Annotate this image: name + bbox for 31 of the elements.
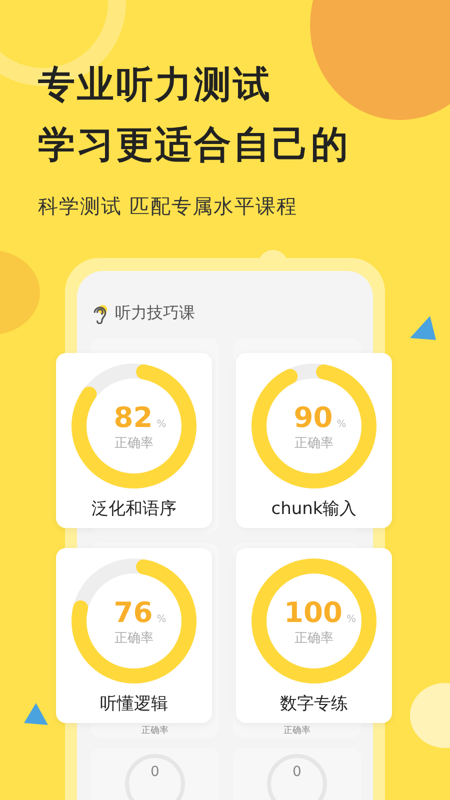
- accuracy-label: 正确率: [114, 434, 154, 452]
- score-card[interactable]: 90% 正确率 chunk输入: [236, 353, 392, 528]
- score-card[interactable]: 100% 正确率 数字专练: [236, 548, 392, 723]
- score-value: 100: [284, 596, 342, 628]
- accuracy-label: 正确率: [284, 724, 310, 737]
- accuracy-label: 正确率: [142, 724, 168, 737]
- course-name: chunk输入: [271, 498, 357, 520]
- triangle-decoration: [410, 316, 436, 340]
- ear-icon: [91, 304, 109, 324]
- score-card[interactable]: 82% 正确率 泛化和语序: [56, 353, 212, 528]
- course-name: 数字专练: [280, 693, 348, 715]
- score-value: 82: [114, 400, 153, 434]
- score-card[interactable]: 76% 正确率 听懂逻辑: [56, 548, 212, 723]
- course-name: 听懂逻辑: [100, 693, 168, 715]
- score-value: 76: [114, 596, 153, 628]
- percent-unit: %: [156, 418, 166, 430]
- subtitle: 科学测试 匹配专属水平课程: [38, 193, 298, 220]
- section-title: 听力技巧课: [115, 303, 195, 324]
- score-value: 90: [294, 400, 333, 434]
- course-name: 泛化和语序: [92, 498, 176, 520]
- accuracy-label: 正确率: [294, 434, 334, 452]
- score-value: 0: [292, 764, 302, 782]
- percent-unit: %: [336, 418, 346, 430]
- percent-unit: %: [346, 614, 356, 624]
- percent-unit: %: [156, 614, 166, 624]
- headline: 学习更适合自己的: [38, 122, 351, 168]
- headline: 专业听力测试: [38, 62, 273, 108]
- score-value: 0: [150, 764, 160, 782]
- accuracy-label: 正确率: [294, 630, 334, 646]
- triangle-decoration: [24, 703, 48, 725]
- accuracy-label: 正确率: [114, 630, 154, 646]
